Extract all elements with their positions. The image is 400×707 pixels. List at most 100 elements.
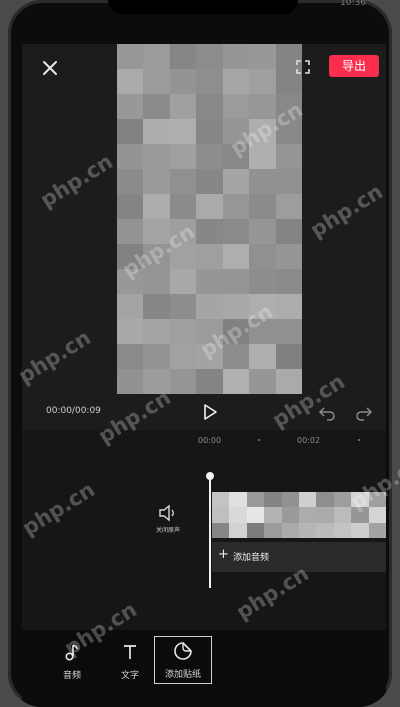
mosaic-block <box>117 44 145 70</box>
add-audio-button[interactable]: + 添加音频 <box>212 542 386 572</box>
redo-button[interactable] <box>355 404 373 422</box>
fullscreen-button[interactable] <box>294 58 312 76</box>
video-editor: 导出 00:00/00:09 00:00 00:02 关闭原声 + 添加音频 音… <box>22 44 386 707</box>
music-note-icon <box>65 644 79 661</box>
mosaic-block <box>222 244 251 270</box>
time-readout: 00:00/00:09 <box>46 406 101 416</box>
mosaic-block <box>196 94 224 120</box>
mosaic-block <box>143 219 171 245</box>
toolbar-add-sticker[interactable]: 添加贴纸 <box>154 636 212 684</box>
mosaic-block <box>169 319 198 345</box>
mosaic-block <box>222 344 251 370</box>
mosaic-block <box>143 369 171 394</box>
phone-frame: 10:36 导出 00:00/00:09 00:00 00:02 关闭原声 + … <box>8 0 392 707</box>
mosaic-block <box>169 294 198 320</box>
toolbar-text-label: 文字 <box>120 671 139 681</box>
video-clip[interactable] <box>212 492 386 538</box>
bottom-toolbar: 音频 文字 添加贴纸 <box>22 630 386 707</box>
text-icon <box>124 645 136 659</box>
mosaic-block <box>196 119 224 145</box>
mosaic-block <box>196 69 224 95</box>
ruler-mark-2s: 00:02 <box>297 436 321 445</box>
mosaic-block <box>264 507 283 524</box>
mosaic-block <box>169 369 198 394</box>
mosaic-block <box>249 44 277 70</box>
mosaic-block <box>196 144 224 170</box>
mosaic-block <box>222 369 251 394</box>
mosaic-block <box>229 492 248 509</box>
mosaic-block <box>368 492 386 509</box>
mosaic-block <box>333 507 353 524</box>
mosaic-block <box>249 244 277 270</box>
timeline-panel[interactable]: 00:00 00:02 关闭原声 + 添加音频 <box>22 430 386 630</box>
video-preview[interactable] <box>117 44 302 394</box>
mosaic-block <box>368 522 386 538</box>
mosaic-block <box>368 507 386 524</box>
mosaic-block <box>169 269 198 295</box>
mosaic-block <box>275 319 302 345</box>
mosaic-block <box>222 119 251 145</box>
mosaic-block <box>222 269 251 295</box>
mosaic-block <box>281 492 300 509</box>
mosaic-block <box>143 319 171 345</box>
mosaic-block <box>117 119 145 145</box>
close-button[interactable] <box>38 56 62 80</box>
undo-button[interactable] <box>318 404 336 422</box>
mosaic-block <box>169 219 198 245</box>
status-time: 10:36 <box>340 0 366 8</box>
mosaic-block <box>264 492 283 509</box>
mosaic-block <box>196 44 224 70</box>
mosaic-block <box>117 244 145 270</box>
mosaic-block <box>196 244 224 270</box>
mosaic-block <box>117 69 145 95</box>
mosaic-block <box>299 507 318 524</box>
mosaic-block <box>143 44 171 70</box>
mosaic-block <box>249 69 277 95</box>
mosaic-block <box>351 492 370 509</box>
play-button[interactable] <box>200 402 220 422</box>
mosaic-block <box>264 522 283 538</box>
mosaic-block <box>222 44 251 70</box>
mosaic-block <box>212 507 231 524</box>
toolbar-audio-label: 音频 <box>62 671 81 681</box>
mosaic-block <box>169 194 198 220</box>
mosaic-block <box>333 492 353 509</box>
export-button[interactable]: 导出 <box>329 55 379 77</box>
sticker-icon <box>174 642 192 660</box>
add-audio-label: 添加音频 <box>233 553 270 563</box>
toolbar-sticker-label: 添加贴纸 <box>164 670 201 680</box>
mosaic-block <box>196 194 224 220</box>
ruler-dot <box>258 439 260 441</box>
mosaic-block <box>117 369 145 394</box>
mosaic-block <box>249 219 277 245</box>
mosaic-block <box>275 194 302 220</box>
mosaic-block <box>169 244 198 270</box>
mosaic-block <box>196 344 224 370</box>
toolbar-audio[interactable]: 音频 <box>52 638 92 686</box>
mosaic-block <box>143 344 171 370</box>
play-icon <box>204 404 217 420</box>
toolbar-text[interactable]: 文字 <box>110 638 150 686</box>
mosaic-block <box>249 369 277 394</box>
speaker-icon <box>159 504 174 522</box>
mosaic-block <box>222 94 251 120</box>
mosaic-block <box>117 169 145 195</box>
close-icon <box>43 61 57 75</box>
mosaic-block <box>316 507 335 524</box>
fullscreen-icon <box>296 60 310 74</box>
mosaic-block <box>275 94 302 120</box>
mosaic-block <box>275 269 302 295</box>
mosaic-block <box>351 507 370 524</box>
mosaic-block <box>249 119 277 145</box>
mosaic-block <box>143 294 171 320</box>
mosaic-block <box>169 94 198 120</box>
mosaic-block <box>143 94 171 120</box>
mosaic-block <box>275 169 302 195</box>
mosaic-block <box>275 244 302 270</box>
mosaic-block <box>281 507 300 524</box>
playhead[interactable] <box>209 476 211 588</box>
mosaic-block <box>249 319 277 345</box>
mute-original-button[interactable]: 关闭原声 <box>146 502 190 542</box>
mosaic-block <box>275 294 302 320</box>
mosaic-block <box>222 294 251 320</box>
